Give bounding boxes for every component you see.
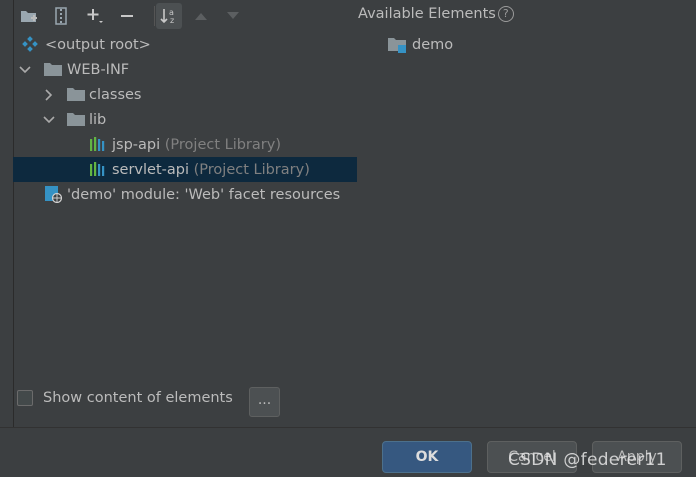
arrow-down-icon	[227, 12, 239, 19]
tree-item-web-facet-resources[interactable]: 'demo' module: 'Web' facet resources	[13, 182, 357, 207]
tree-item-label: <output root>	[45, 36, 151, 53]
tree-item-label: WEB-INF	[67, 61, 130, 78]
add-button[interactable]	[83, 4, 107, 28]
tree-item-suffix: (Project Library)	[164, 136, 281, 153]
ellipsis-button[interactable]: ...	[249, 387, 280, 417]
move-down-button[interactable]	[221, 4, 245, 28]
create-directory-button[interactable]	[17, 4, 41, 28]
chevron-down-icon[interactable]	[43, 114, 55, 126]
tree-item-label: servlet-api	[112, 161, 190, 178]
folder-icon	[67, 87, 85, 103]
create-archive-button[interactable]	[49, 4, 73, 28]
output-root-icon	[22, 36, 40, 52]
chevron-down-icon[interactable]	[19, 64, 31, 76]
watermark-text: CSDN @federer11	[508, 450, 667, 470]
tree-item-servlet-api[interactable]: servlet-api (Project Library)	[13, 157, 357, 182]
help-icon[interactable]: ?	[497, 6, 514, 22]
toolbar-separator	[154, 6, 155, 26]
chevron-right-icon[interactable]	[43, 88, 55, 101]
arrow-up-icon	[195, 13, 207, 20]
sort-button[interactable]: a z	[156, 3, 182, 29]
library-icon	[89, 136, 107, 152]
available-item-demo[interactable]: demo	[388, 34, 453, 56]
folder-icon	[67, 112, 85, 128]
tree-item-output-root[interactable]: <output root>	[13, 32, 357, 57]
layout-toolbar: a z	[13, 0, 357, 32]
tree-item-classes[interactable]: classes	[13, 82, 357, 107]
remove-button[interactable]	[115, 4, 139, 28]
tree-item-suffix: (Project Library)	[193, 161, 310, 178]
minus-icon	[121, 15, 133, 17]
module-icon	[388, 36, 408, 54]
plus-dropdown-icon	[87, 9, 103, 23]
svg-text:z: z	[170, 16, 174, 25]
archive-icon	[55, 7, 67, 25]
tree-item-label: classes	[89, 86, 142, 103]
sort-alpha-icon: a z	[160, 8, 174, 25]
tree-item-jsp-api[interactable]: jsp-api (Project Library)	[13, 132, 357, 157]
ok-button[interactable]: OK	[382, 441, 472, 473]
tree-item-label: 'demo' module: 'Web' facet resources	[67, 186, 341, 203]
show-content-option[interactable]: Show content of elements	[17, 390, 233, 406]
tree-item-text: jsp-api (Project Library)	[112, 137, 281, 153]
available-elements-label: Available Elements	[358, 6, 496, 22]
tree-item-label: lib	[89, 111, 107, 128]
new-folder-icon	[21, 11, 37, 22]
available-elements-title: Available Elements?	[358, 6, 514, 22]
tree-item-text: servlet-api (Project Library)	[112, 162, 310, 178]
web-facet-icon	[44, 185, 63, 204]
library-icon	[89, 161, 107, 177]
tree-item-lib[interactable]: lib	[13, 107, 357, 132]
left-panel-strip	[0, 0, 14, 427]
tree-item-label: jsp-api	[112, 136, 161, 153]
show-content-checkbox[interactable]	[17, 390, 33, 406]
available-item-label: demo	[412, 37, 454, 53]
folder-icon	[44, 62, 62, 78]
tree-item-web-inf[interactable]: WEB-INF	[13, 57, 357, 82]
show-content-label: Show content of elements	[43, 390, 233, 406]
move-up-button[interactable]	[189, 4, 213, 28]
